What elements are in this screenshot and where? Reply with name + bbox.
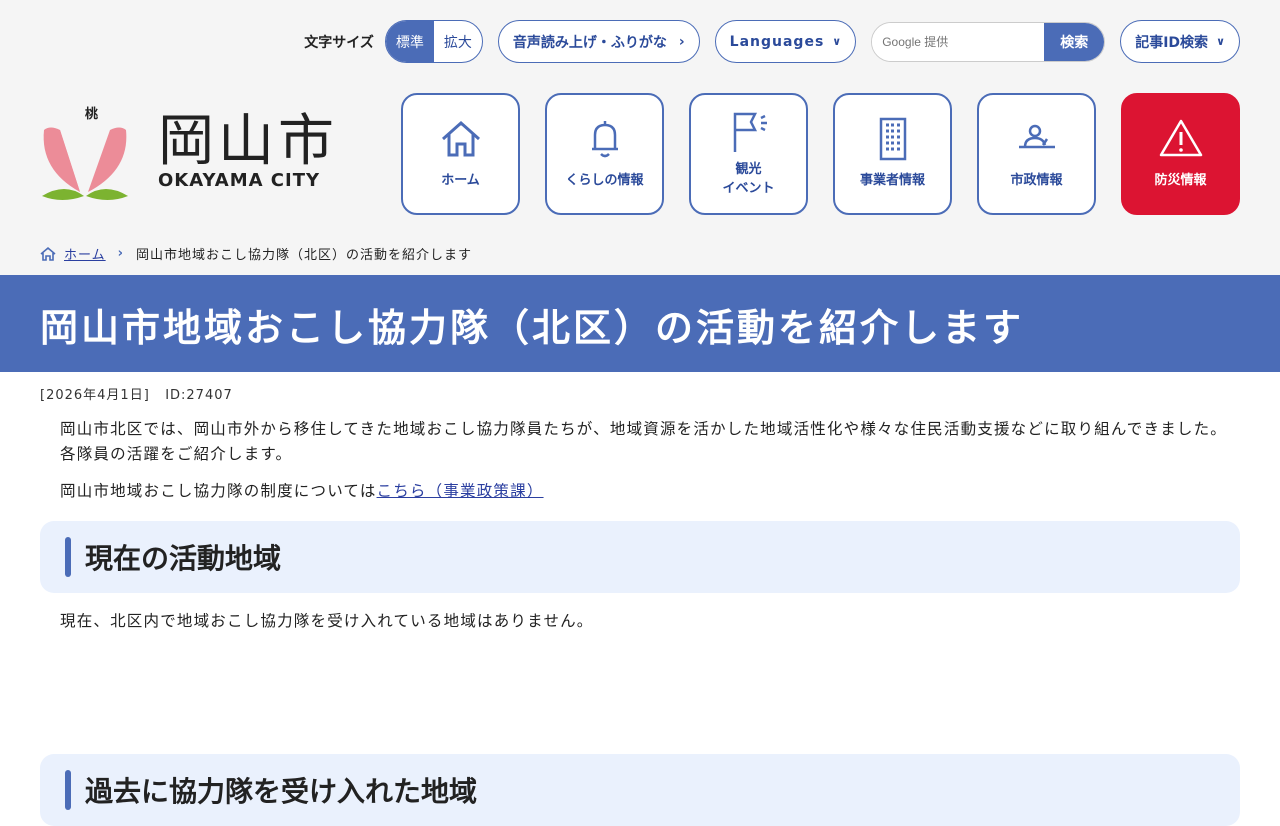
font-size-toggle: 標準 拡大 bbox=[384, 20, 483, 63]
section-heading-current: 現在の活動地域 bbox=[40, 521, 1240, 594]
city-name-english: OKAYAMA CITY bbox=[158, 169, 321, 191]
momotaro-peach-logo: 桃 bbox=[42, 106, 128, 200]
intro-paragraph: 岡山市北区では、岡山市外から移住してきた地域おこし協力隊員たちが、地域資源を活か… bbox=[60, 420, 1227, 463]
reading-button[interactable]: 音声読み上げ・ふりがな › bbox=[497, 20, 700, 63]
article-id: ID:27407 bbox=[165, 388, 233, 403]
policy-division-link[interactable]: こちら（事業政策課） bbox=[377, 482, 544, 500]
article-meta: [2026年4月1日] ID:27407 bbox=[40, 384, 1240, 403]
languages-button[interactable]: Languages ∨ bbox=[714, 20, 857, 63]
current-text: 現在、北区内で地域おこし協力隊を受け入れている地域はありません。 bbox=[60, 612, 594, 631]
breadcrumb-home-link[interactable]: ホーム bbox=[64, 244, 106, 263]
system-text: 岡山市地域おこし協力隊の制度については bbox=[60, 481, 377, 500]
chevron-right-icon: › bbox=[678, 33, 685, 50]
nav-home[interactable]: ホーム bbox=[401, 93, 520, 215]
system-paragraph: 岡山市地域おこし協力隊の制度についてはこちら（事業政策課） bbox=[60, 479, 1240, 504]
chevron-right-icon: › bbox=[117, 246, 124, 261]
nav-government[interactable]: 市政情報 bbox=[977, 93, 1096, 215]
nav-tourism[interactable]: 観光 イベント bbox=[689, 93, 808, 215]
person-desk-icon bbox=[1018, 125, 1055, 149]
site-logo[interactable]: 桃 岡山市 OKAYAMA CITY bbox=[40, 100, 338, 204]
home-icon bbox=[441, 121, 480, 157]
search-button[interactable]: 検索 bbox=[1044, 22, 1105, 61]
home-icon bbox=[40, 246, 56, 261]
breadcrumb-current: 岡山市地域おこし協力隊（北区）の活動を紹介します bbox=[135, 248, 472, 263]
nav-living[interactable]: くらしの情報 bbox=[545, 93, 664, 215]
warning-icon bbox=[1159, 120, 1202, 157]
global-nav: ホーム くらしの情報 観光 イベント 事業者情報 市政情報 防災情報 bbox=[401, 93, 1240, 215]
nav-label: 観光 イベント bbox=[722, 161, 775, 197]
publish-date: [2026年4月1日] bbox=[40, 388, 150, 403]
section-heading-past: 過去に協力隊を受け入れた地域 bbox=[40, 754, 1240, 826]
nav-label: 事業者情報 bbox=[859, 173, 925, 189]
svg-text:桃: 桃 bbox=[85, 106, 98, 122]
size-large-button[interactable]: 拡大 bbox=[434, 21, 482, 62]
font-size-label: 文字サイズ bbox=[304, 34, 374, 51]
article-id-label: 記事ID検索 bbox=[1135, 34, 1209, 51]
nav-label: 市政情報 bbox=[1010, 173, 1063, 189]
breadcrumb: ホーム › 岡山市地域おこし協力隊（北区）の活動を紹介します bbox=[40, 244, 472, 263]
search-input[interactable] bbox=[872, 22, 1045, 61]
size-standard-button[interactable]: 標準 bbox=[385, 21, 434, 62]
nav-disaster[interactable]: 防災情報 bbox=[1121, 93, 1240, 215]
reading-label: 音声読み上げ・ふりがな bbox=[512, 34, 667, 51]
languages-label: Languages bbox=[729, 33, 825, 50]
page-title: 岡山市地域おこし協力隊（北区）の活動を紹介します bbox=[0, 275, 1280, 372]
nav-label: くらしの情報 bbox=[565, 173, 644, 189]
nav-business[interactable]: 事業者情報 bbox=[833, 93, 952, 215]
site-header: 文字サイズ 標準 拡大 音声読み上げ・ふりがな › Languages ∨ 検索 記… bbox=[0, 0, 1280, 275]
article-id-search-button[interactable]: 記事ID検索 ∨ bbox=[1120, 20, 1240, 63]
city-name: 岡山市 OKAYAMA CITY bbox=[158, 108, 338, 191]
chevron-down-icon: ∨ bbox=[832, 35, 842, 48]
nav-label: ホーム bbox=[441, 173, 480, 189]
bell-icon bbox=[591, 121, 618, 158]
chevron-down-icon: ∨ bbox=[1216, 35, 1225, 48]
city-name-kanji: 岡山市 bbox=[158, 108, 338, 174]
utility-bar: 文字サイズ 標準 拡大 音声読み上げ・ふりがな › Languages ∨ 検索 記… bbox=[304, 20, 1240, 63]
search-form: 検索 bbox=[871, 21, 1106, 62]
building-icon bbox=[879, 118, 906, 161]
flag-icon bbox=[733, 112, 767, 152]
nav-label: 防災情報 bbox=[1154, 173, 1207, 189]
